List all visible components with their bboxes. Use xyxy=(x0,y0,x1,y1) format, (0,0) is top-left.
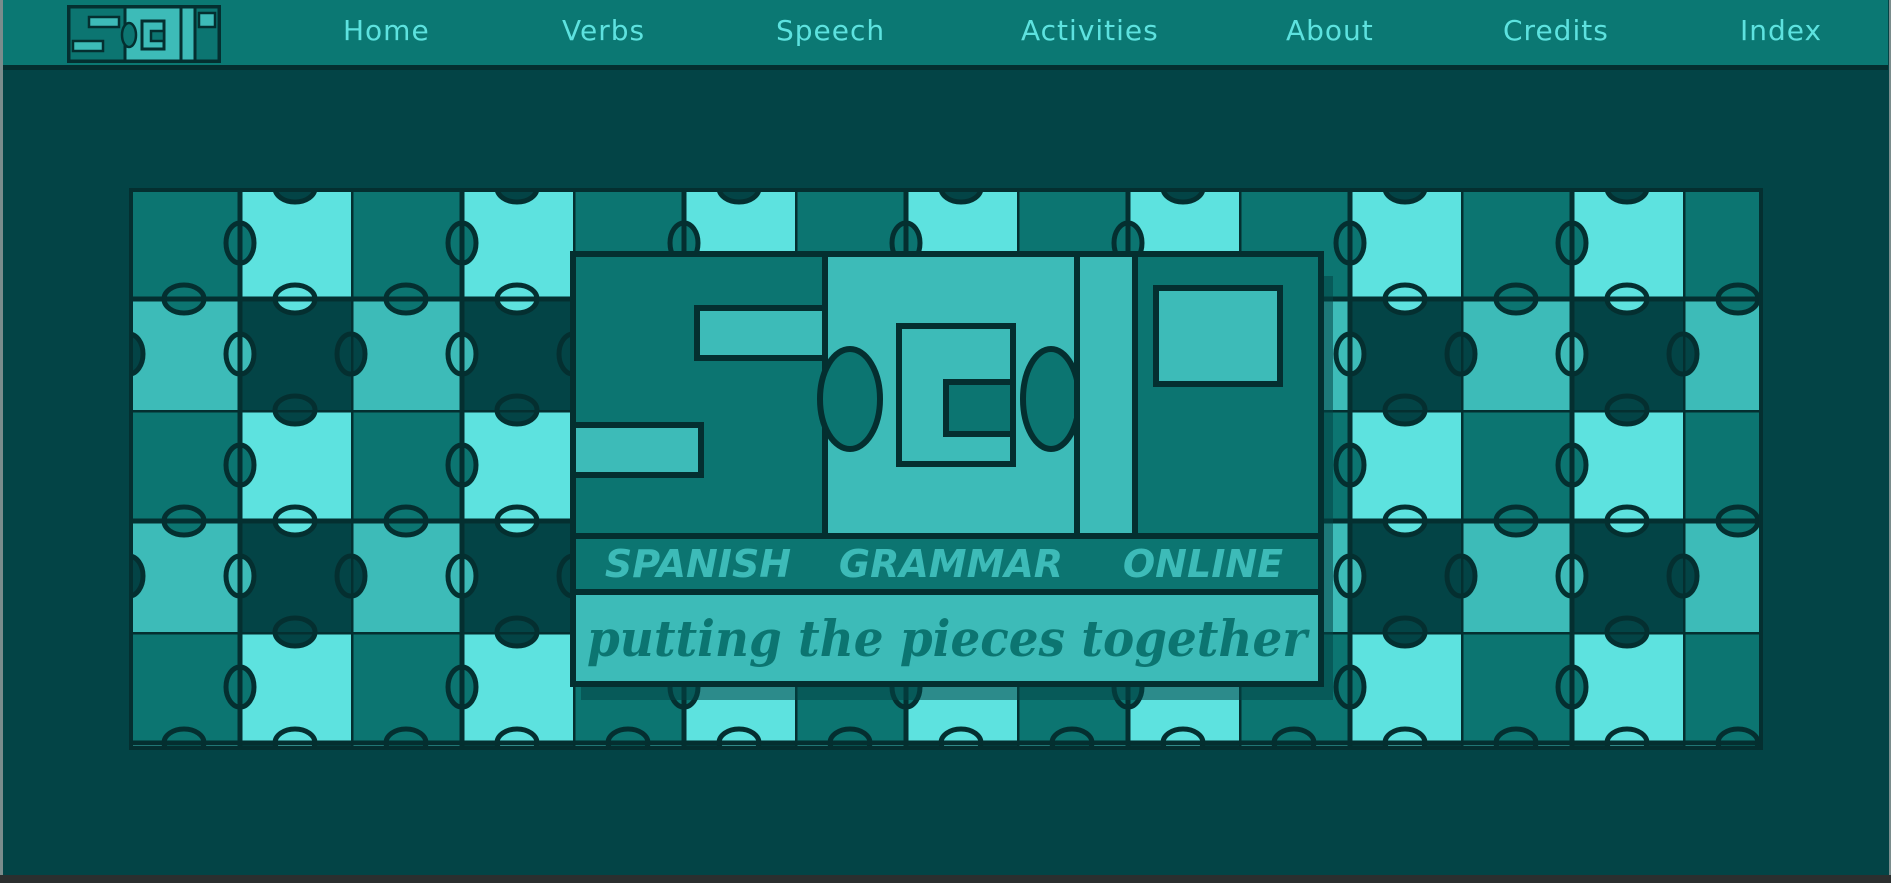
top-navbar: Home Verbs Speech Activities About Credi… xyxy=(3,0,1888,70)
main-nav: Home Verbs Speech Activities About Credi… xyxy=(3,0,1888,65)
nav-verbs-link[interactable]: Verbs xyxy=(562,14,645,47)
hero-banner: SPANISH GRAMMAR ONLINE putting the piece… xyxy=(129,188,1763,750)
hero-word-grammar: GRAMMAR xyxy=(839,542,1063,586)
hero-word-online: ONLINE xyxy=(1123,542,1283,586)
bottom-strip xyxy=(0,875,1891,883)
nav-index-link[interactable]: Index xyxy=(1740,14,1822,47)
nav-credits-link[interactable]: Credits xyxy=(1503,14,1609,47)
nav-about-link[interactable]: About xyxy=(1286,14,1374,47)
nav-home-link[interactable]: Home xyxy=(343,14,430,47)
hero-svg: SPANISH GRAMMAR ONLINE putting the piece… xyxy=(129,188,1763,750)
hero-tagline: putting the pieces together xyxy=(587,609,1310,668)
hero-word-spanish: SPANISH xyxy=(605,542,791,586)
nav-activities-link[interactable]: Activities xyxy=(1021,14,1159,47)
nav-speech-link[interactable]: Speech xyxy=(776,14,885,47)
